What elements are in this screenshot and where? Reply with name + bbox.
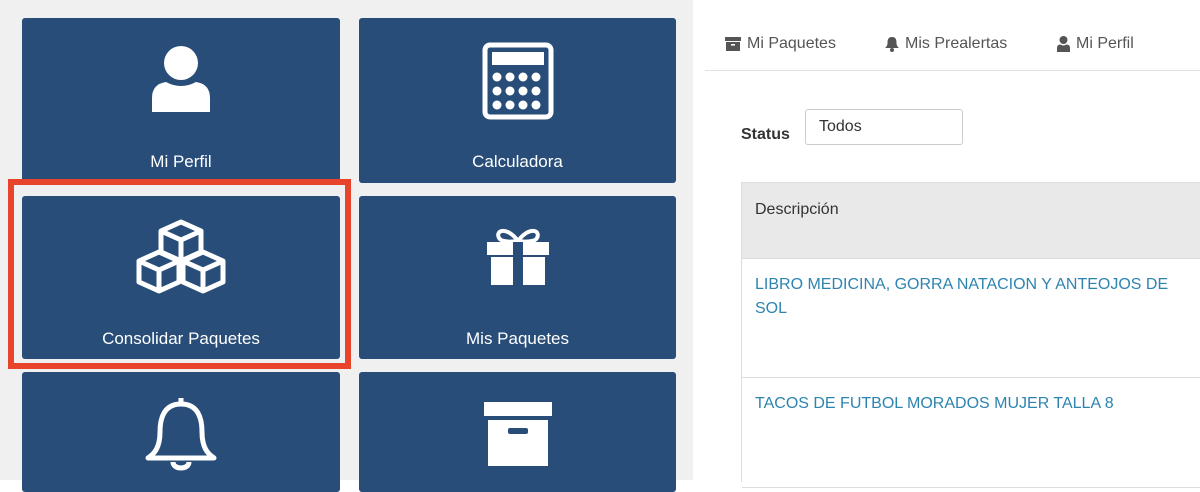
tab-mi-perfil[interactable]: Mi Perfil bbox=[1057, 35, 1134, 53]
table-row[interactable]: LIBRO MEDICINA, GORRA NATACION Y ANTEOJO… bbox=[742, 259, 1200, 378]
status-label: Status bbox=[741, 126, 790, 143]
tile-label: Mi Perfil bbox=[150, 152, 212, 171]
tile-mis-paquetes[interactable]: Mis Paquetes bbox=[359, 196, 676, 359]
packages-table: Descripción LIBRO MEDICINA, GORRA NATACI… bbox=[741, 182, 1200, 488]
tab-label: Mis Prealertas bbox=[905, 35, 1008, 52]
cubes-icon bbox=[22, 218, 340, 294]
tile-label: Consolidar Paquetes bbox=[102, 329, 260, 348]
tile-prealertas[interactable] bbox=[22, 372, 340, 492]
tile-mi-perfil[interactable]: Mi Perfil bbox=[22, 18, 340, 183]
bell-icon bbox=[885, 37, 899, 52]
table-row[interactable]: TACOS DE FUTBOL MORADOS MUJER TALLA 8 bbox=[742, 378, 1200, 488]
tile-label: Mis Paquetes bbox=[466, 329, 569, 348]
status-select[interactable]: Todos bbox=[805, 109, 963, 145]
tile-archivo[interactable] bbox=[359, 372, 676, 492]
column-header-descripcion: Descripción bbox=[742, 182, 1200, 259]
archive-box-icon bbox=[359, 400, 676, 468]
tile-label: Calculadora bbox=[472, 152, 563, 171]
bell-icon bbox=[22, 396, 340, 476]
calculator-icon bbox=[359, 42, 676, 120]
tab-label: Mi Paquetes bbox=[747, 35, 836, 52]
tile-grid: Mi Perfil Calculadora Consolidar Paquete… bbox=[0, 0, 693, 492]
gift-icon bbox=[359, 226, 676, 286]
user-icon bbox=[1057, 36, 1070, 52]
main-panel: Mi Paquetes Mis Prealertas Mi Perfil Sta… bbox=[705, 18, 1200, 488]
row-link[interactable]: LIBRO MEDICINA, GORRA NATACION Y ANTEOJO… bbox=[755, 276, 1168, 317]
row-link[interactable]: TACOS DE FUTBOL MORADOS MUJER TALLA 8 bbox=[755, 395, 1114, 412]
user-icon bbox=[22, 46, 340, 114]
tile-calculadora[interactable]: Calculadora bbox=[359, 18, 676, 183]
archive-icon bbox=[725, 37, 741, 51]
tab-label: Mi Perfil bbox=[1076, 35, 1134, 52]
tile-consolidar-paquetes[interactable]: Consolidar Paquetes bbox=[22, 196, 340, 359]
tab-mi-paquetes[interactable]: Mi Paquetes bbox=[725, 35, 836, 53]
nav-tabs: Mi Paquetes Mis Prealertas Mi Perfil bbox=[705, 18, 1200, 71]
tab-mis-prealertas[interactable]: Mis Prealertas bbox=[885, 35, 1007, 53]
